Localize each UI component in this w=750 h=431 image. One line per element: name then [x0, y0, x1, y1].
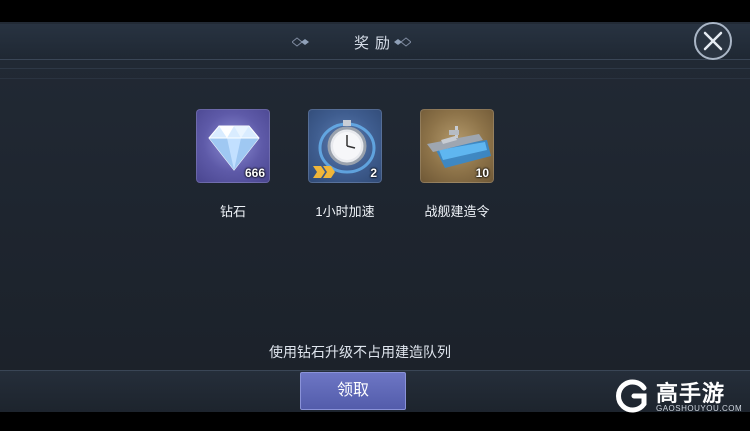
reward-item-diamond[interactable]: 666 钻石	[196, 109, 270, 219]
reward-item-battleship-order[interactable]: 10 战舰建造令	[420, 109, 494, 219]
reward-name: 战舰建造令	[424, 204, 490, 219]
reward-tile[interactable]: 2	[308, 109, 382, 183]
site-watermark: 高手游 GAOSHOUYOU.COM	[612, 376, 742, 416]
reward-name: 钻石	[219, 204, 246, 219]
gaoshouyou-logo-icon	[616, 379, 647, 413]
dialog-title: 奖励	[353, 35, 396, 52]
reward-name: 1小时加速	[315, 204, 375, 219]
subheader-divider	[0, 78, 750, 79]
reward-tile[interactable]: 10	[420, 109, 494, 183]
hint-text: 使用钻石升级不占用建造队列	[269, 344, 451, 360]
reward-tile[interactable]: 666	[196, 109, 270, 183]
reward-count: 10	[475, 166, 489, 180]
dialog-title-bar: 奖励	[0, 24, 750, 69]
close-button[interactable]	[694, 22, 732, 60]
reward-item-speedup[interactable]: 2 1小时加速	[308, 109, 382, 219]
watermark-domain: GAOSHOUYOU.COM	[656, 404, 743, 413]
reward-count: 666	[244, 166, 265, 180]
close-icon	[703, 31, 723, 51]
title-ornament-right-icon	[394, 37, 411, 47]
claim-button[interactable]: 领取	[300, 372, 406, 410]
reward-count: 2	[370, 166, 377, 180]
top-letterbox	[0, 0, 750, 22]
